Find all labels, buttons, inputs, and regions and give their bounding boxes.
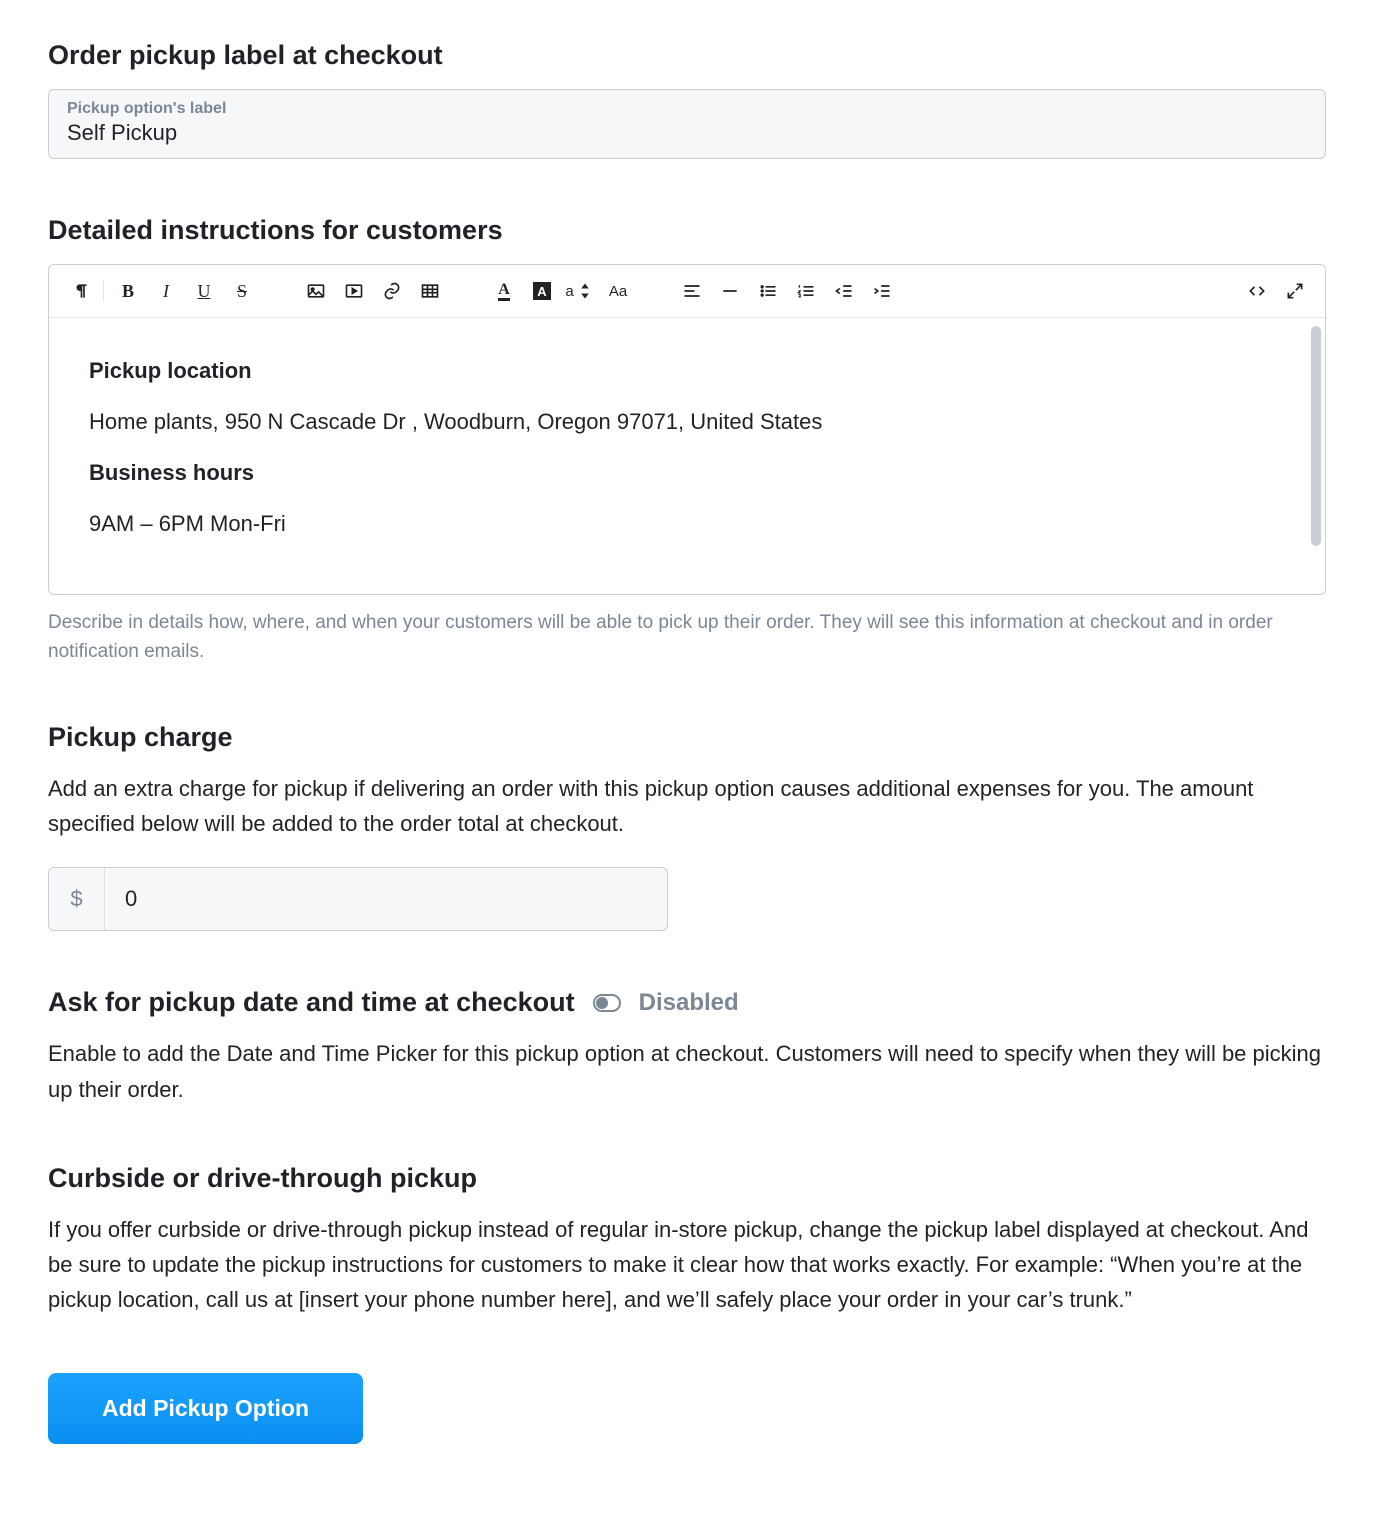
horizontal-rule-icon[interactable] <box>712 273 748 309</box>
curbside-title: Curbside or drive-through pickup <box>48 1163 1326 1194</box>
text-color-icon[interactable]: A <box>486 273 522 309</box>
pickup-charge-section: Pickup charge Add an extra charge for pi… <box>48 722 1326 931</box>
datetime-title: Ask for pickup date and time at checkout <box>48 987 575 1018</box>
underline-icon[interactable]: U <box>186 273 222 309</box>
pickup-label-field-label: Pickup option's label <box>67 100 1307 118</box>
datetime-toggle-label: Disabled <box>639 989 739 1017</box>
video-icon[interactable] <box>336 273 372 309</box>
content-heading-location: Pickup location <box>89 354 1285 387</box>
code-view-icon[interactable] <box>1239 273 1275 309</box>
italic-icon[interactable]: I <box>148 273 184 309</box>
paragraph-icon[interactable] <box>61 273 97 309</box>
pickup-label-field-wrapper[interactable]: Pickup option's label <box>48 89 1326 159</box>
strikethrough-icon[interactable]: S <box>224 273 260 309</box>
fullscreen-icon[interactable] <box>1277 273 1313 309</box>
editor-scrollbar-thumb[interactable] <box>1311 326 1321 546</box>
bold-icon[interactable]: B <box>110 273 146 309</box>
rich-text-editor: B I U S A A a <box>48 264 1326 595</box>
editor-content-area[interactable]: Pickup location Home plants, 950 N Casca… <box>49 318 1325 594</box>
table-icon[interactable] <box>412 273 448 309</box>
link-icon[interactable] <box>374 273 410 309</box>
image-icon[interactable] <box>298 273 334 309</box>
content-hours-text: 9AM – 6PM Mon-Fri <box>89 507 1285 540</box>
datetime-section: Ask for pickup date and time at checkout… <box>48 987 1326 1106</box>
curbside-description: If you offer curbside or drive-through p… <box>48 1212 1326 1318</box>
align-icon[interactable] <box>674 273 710 309</box>
background-color-icon[interactable]: A <box>524 273 560 309</box>
outdent-icon[interactable] <box>826 273 862 309</box>
add-pickup-option-button[interactable]: Add Pickup Option <box>48 1373 363 1444</box>
pickup-label-section: Order pickup label at checkout Pickup op… <box>48 40 1326 159</box>
pickup-label-title: Order pickup label at checkout <box>48 40 1326 71</box>
instructions-helper-text: Describe in details how, where, and when… <box>48 609 1326 666</box>
pickup-charge-input[interactable] <box>105 868 667 930</box>
pickup-label-input[interactable] <box>67 120 1307 146</box>
pickup-charge-title: Pickup charge <box>48 722 1326 753</box>
font-size-icon[interactable]: a <box>562 273 598 309</box>
content-location-text: Home plants, 950 N Cascade Dr , Woodburn… <box>89 405 1285 438</box>
curbside-section: Curbside or drive-through pickup If you … <box>48 1163 1326 1318</box>
datetime-toggle[interactable] <box>593 994 621 1012</box>
datetime-description: Enable to add the Date and Time Picker f… <box>48 1036 1326 1106</box>
content-heading-hours: Business hours <box>89 456 1285 489</box>
instructions-title: Detailed instructions for customers <box>48 215 1326 246</box>
bullet-list-icon[interactable] <box>750 273 786 309</box>
text-case-icon[interactable]: Aa <box>600 273 636 309</box>
numbered-list-icon[interactable] <box>788 273 824 309</box>
currency-symbol: $ <box>49 868 105 930</box>
pickup-charge-description: Add an extra charge for pickup if delive… <box>48 771 1326 841</box>
indent-icon[interactable] <box>864 273 900 309</box>
pickup-charge-field-wrapper[interactable]: $ <box>48 867 668 931</box>
editor-toolbar: B I U S A A a <box>49 265 1325 318</box>
instructions-section: Detailed instructions for customers B I … <box>48 215 1326 666</box>
toolbar-divider <box>103 280 104 302</box>
